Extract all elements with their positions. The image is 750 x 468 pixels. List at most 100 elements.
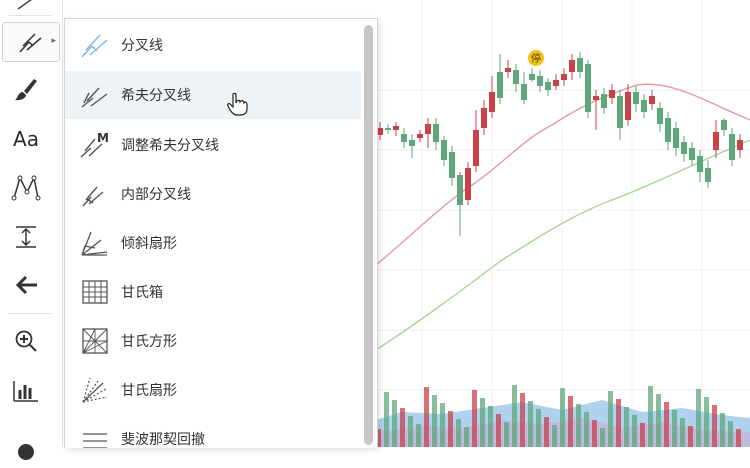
- partial-tool-icon[interactable]: [6, 0, 46, 20]
- volume-bar: [680, 418, 685, 447]
- candle-body: [577, 58, 583, 72]
- menu-item-inside-pitchfork[interactable]: 内部分叉线: [65, 170, 361, 218]
- menu-item-modified-schiff-pitchfork[interactable]: M 调整希夫分叉线: [65, 121, 361, 169]
- pitchfork-tool-button[interactable]: ▸: [2, 22, 60, 62]
- pitchfork-tools-dropdown: 分叉线 希夫分叉线 M 调整希夫分叉线 内部分叉线 倾斜扇形 甘氏箱 甘氏方形 …: [64, 18, 378, 448]
- volume-bar: [416, 424, 421, 447]
- zoom-in-icon: [15, 330, 37, 352]
- brush-tool-button[interactable]: [6, 70, 46, 108]
- menu-item-label: 斐波那契回撤: [121, 432, 205, 448]
- menu-item-label: 甘氏箱: [121, 285, 163, 301]
- pattern-tool-icon: [11, 175, 41, 201]
- candle-body: [737, 140, 743, 150]
- pitchfork-tool-icon: [19, 33, 42, 53]
- candle-body: [457, 175, 463, 205]
- menu-item-label: 分叉线: [121, 38, 163, 54]
- zoom-in-button[interactable]: [6, 322, 46, 360]
- volume-bar: [672, 410, 677, 447]
- volume-bar: [632, 415, 637, 447]
- partial-bottom-tool-icon[interactable]: [6, 430, 46, 468]
- gann-square-icon: [82, 328, 108, 354]
- candle-body: [385, 128, 391, 130]
- volume-bar: [720, 413, 725, 447]
- drawing-toolbar: ▸ Aa: [0, 0, 63, 460]
- menu-item-gann-fan[interactable]: 甘氏扇形: [65, 366, 361, 414]
- candle-body: [561, 74, 567, 80]
- text-tool-button[interactable]: Aa: [6, 120, 46, 158]
- candle-body: [729, 134, 735, 160]
- candle-body: [553, 80, 559, 86]
- candle-body: [641, 100, 647, 112]
- volume-bar: [464, 427, 469, 447]
- volume-bar: [480, 398, 485, 447]
- candle-body: [449, 152, 455, 178]
- candle-body: [569, 60, 575, 72]
- ruler-icon: [13, 381, 38, 402]
- volume-bar: [504, 422, 509, 447]
- moving-average-lines: [375, 83, 750, 351]
- candle-body: [633, 92, 639, 104]
- candle-body: [721, 120, 727, 130]
- volume-bar: [592, 420, 597, 447]
- volume-bar: [496, 414, 501, 447]
- svg-text:M: M: [97, 131, 109, 145]
- candle-body: [433, 124, 439, 142]
- volume-bar: [528, 401, 533, 447]
- volume-bar: [624, 407, 629, 447]
- volume-bar: [704, 397, 709, 447]
- halt-badge-text: 停: [531, 52, 541, 65]
- candlesticks: [377, 52, 743, 236]
- candle-body: [417, 134, 423, 138]
- candle-body: [649, 96, 655, 104]
- candle-body: [617, 96, 623, 128]
- menu-item-fib-retracement[interactable]: 斐波那契回撤: [65, 415, 361, 448]
- volume-bar: [456, 419, 461, 447]
- candle-body: [681, 142, 687, 154]
- menu-item-label: 内部分叉线: [121, 187, 191, 203]
- volume-bar: [728, 421, 733, 447]
- dropdown-scrollbar[interactable]: [364, 25, 373, 445]
- volume-bar: [600, 428, 605, 447]
- candle-body: [673, 128, 679, 148]
- measure-tool-button[interactable]: [6, 218, 46, 256]
- candle-body: [489, 92, 495, 112]
- menu-item-pitchfan[interactable]: 倾斜扇形: [65, 219, 361, 267]
- pattern-tool-button[interactable]: [6, 168, 46, 206]
- menu-item-label: 甘氏方形: [121, 334, 177, 350]
- candle-body: [705, 168, 711, 182]
- volume-bar: [560, 388, 565, 447]
- volume-bar: [424, 387, 429, 447]
- volume-bar: [472, 390, 477, 447]
- candle-body: [585, 64, 591, 112]
- candle-body: [545, 82, 551, 90]
- candle-body: [593, 96, 599, 100]
- menu-item-pitchfork[interactable]: 分叉线: [65, 21, 361, 69]
- candle-body: [601, 94, 607, 108]
- gann-box-icon: [82, 280, 108, 304]
- candle-body: [425, 124, 431, 134]
- menu-item-label: 甘氏扇形: [121, 383, 177, 399]
- menu-item-schiff-pitchfork[interactable]: 希夫分叉线: [65, 71, 361, 119]
- pitchfan-icon: [81, 231, 108, 256]
- volume-bar: [512, 385, 517, 447]
- volume-bar: [696, 389, 701, 447]
- menu-item-gann-square[interactable]: 甘氏方形: [65, 317, 361, 365]
- candle-body: [521, 84, 527, 100]
- candle-body: [497, 72, 503, 98]
- menu-item-gann-box[interactable]: 甘氏箱: [65, 268, 361, 316]
- fib-retracement-icon: [83, 433, 107, 448]
- candle-body: [537, 76, 543, 86]
- candle-body: [529, 74, 535, 80]
- candle-body: [465, 168, 471, 200]
- volume-bar: [544, 417, 549, 447]
- volume-bar: [608, 391, 613, 447]
- back-button[interactable]: [6, 266, 46, 304]
- volume-bar: [576, 404, 581, 447]
- modified-schiff-pitchfork-icon: M: [80, 131, 109, 158]
- schiff-pitchfork-icon: [81, 87, 108, 108]
- ma-short-line: [375, 83, 750, 266]
- candle-body: [625, 92, 631, 120]
- candle-body: [409, 140, 415, 146]
- volume-bar: [552, 425, 557, 447]
- ruler-tool-button[interactable]: [6, 372, 46, 410]
